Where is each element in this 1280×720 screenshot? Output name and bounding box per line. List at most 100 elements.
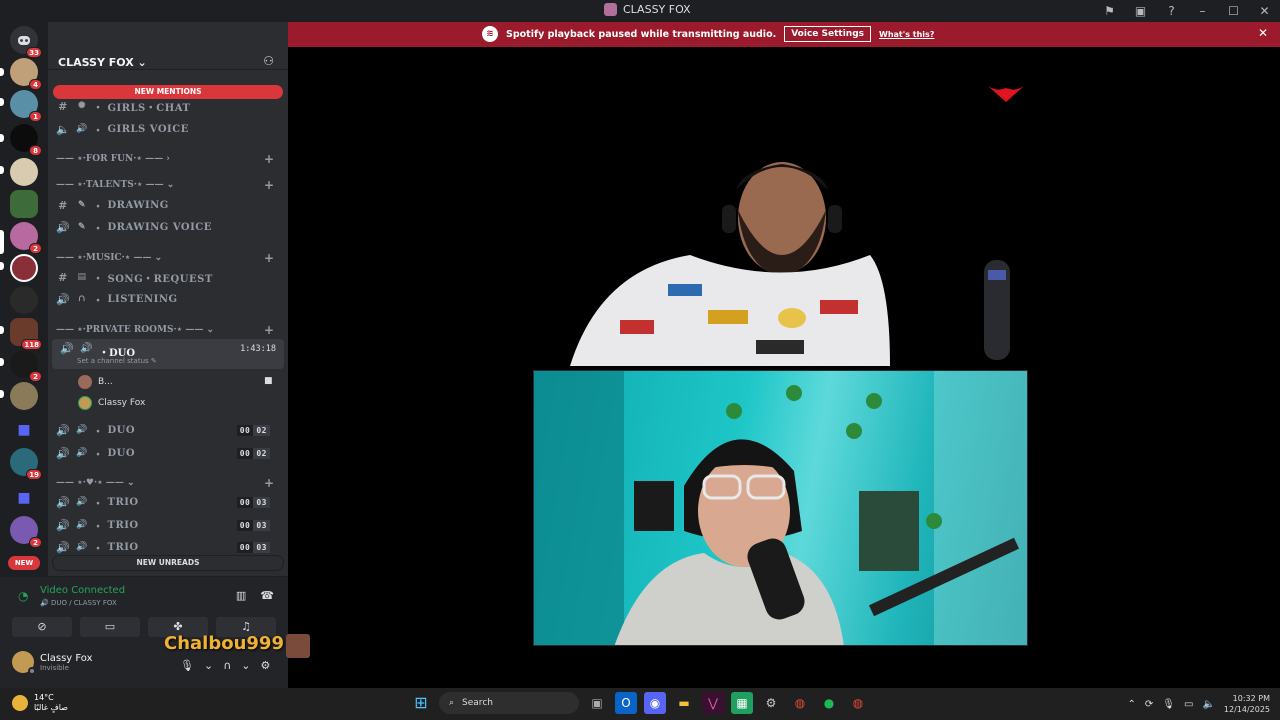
video-feed — [560, 150, 1030, 366]
voice-member[interactable]: Classy Fox — [78, 396, 145, 410]
voice-settings-button[interactable]: Voice Settings — [784, 26, 871, 42]
new-servers-pill[interactable]: NEW — [8, 556, 40, 570]
steam-icon[interactable]: ⚙ — [760, 692, 782, 714]
sync-icon[interactable]: ⟳ — [1145, 699, 1153, 710]
user-panel[interactable]: Classy Fox Invisible — [12, 651, 93, 675]
category-private-rooms[interactable]: —— ⋆· PRIVATE ROOMS ·⋆ —— ⌄ + — [56, 323, 280, 337]
start-button[interactable]: ⊞ — [410, 692, 432, 714]
close-window-button[interactable]: ✕ — [1249, 4, 1280, 18]
voice-status[interactable]: Video Connected — [40, 585, 125, 596]
chevron-up-icon[interactable]: ⌃ — [1128, 699, 1136, 710]
channel-girls-chat[interactable]: # ✺ ・ GIRLS・CHAT — [56, 96, 280, 116]
whats-this-link[interactable]: What's this? — [879, 30, 934, 39]
category-talents[interactable]: —— ⋆· TALENTS ·⋆ —— ⌄ + — [56, 178, 280, 192]
folder-icon[interactable]: ■ — [10, 484, 38, 512]
guild-name[interactable]: CLASSY FOX ⌄ — [58, 56, 147, 69]
speaker-icon: 🔊 — [80, 343, 93, 354]
help-icon[interactable]: ? — [1156, 4, 1187, 18]
microphone-icon[interactable]: 🎙 — [1162, 699, 1175, 710]
inbox-flag-icon[interactable]: ⚑ — [1094, 4, 1125, 18]
server-icon[interactable]: 8 — [10, 124, 42, 156]
guild-header[interactable]: CLASSY FOX ⌄ ⚇ — [48, 22, 288, 70]
channel-trio[interactable]: 🔊 🔊 ・ TRIO 00 03 — [56, 515, 280, 535]
avatar — [78, 396, 92, 410]
video-tile-self[interactable] — [533, 370, 1028, 646]
chrome-icon[interactable]: ◍ — [847, 692, 869, 714]
minimize-button[interactable]: – — [1187, 4, 1218, 18]
server-icon[interactable]: 2 — [10, 350, 42, 382]
voice-member[interactable]: B... ■ — [78, 375, 273, 389]
server-icon-selected[interactable] — [10, 254, 38, 282]
spotify-icon[interactable]: ● — [818, 692, 840, 714]
microphone-icon[interactable]: 🎙 — [180, 659, 194, 672]
volume-icon[interactable]: 🔈 — [1202, 699, 1214, 710]
task-view-icon[interactable]: ▣ — [586, 692, 608, 714]
category-for-fun[interactable]: —— ⋆· FOR FUN ·⋆ —— › + — [56, 152, 280, 166]
folder-icon[interactable]: ■ — [10, 416, 38, 444]
gear-icon[interactable]: ⚙ — [260, 659, 270, 672]
discord-icon[interactable]: ◉ — [644, 692, 666, 714]
server-icon[interactable]: 2 — [10, 222, 42, 254]
server-icon[interactable]: 118 — [10, 318, 42, 350]
chevron-down-icon[interactable]: ⌄ — [204, 659, 213, 672]
new-mentions-pill[interactable]: NEW MENTIONS — [53, 85, 283, 99]
server-icon — [604, 3, 617, 16]
channel-drawing-voice[interactable]: 🔊 ✎ ・ DRAWING VOICE — [56, 217, 280, 237]
network-icon[interactable]: ▭ — [1184, 699, 1193, 710]
noise-suppression-icon[interactable]: ▥ — [236, 589, 246, 602]
server-icon[interactable] — [10, 382, 38, 410]
server-icon[interactable] — [10, 190, 38, 218]
server-icon[interactable]: 1 — [10, 90, 42, 122]
screen-share-button[interactable]: ▭ — [80, 617, 140, 637]
disconnect-icon[interactable]: ☎ — [260, 589, 274, 602]
channel-duo[interactable]: 🔊 🔊 ・ DUO 00 02 — [56, 420, 280, 440]
server-icon[interactable]: 4 — [10, 58, 42, 90]
add-channel-icon[interactable]: + — [264, 152, 274, 166]
server-icon[interactable] — [10, 158, 38, 186]
weather-widget[interactable]: 14°C صافٍ غالبًا — [12, 693, 68, 713]
category-music[interactable]: —— ⋆· MUSIC ·⋆ —— ⌄ + — [56, 251, 280, 265]
server-icon[interactable]: 2 — [10, 516, 42, 548]
app-icon[interactable]: ⋁ — [702, 692, 724, 714]
channel-duo-active[interactable]: 🔊 🔊 ・DUO 1:43:18 Set a channel status ✎ — [52, 339, 284, 369]
channel-listening[interactable]: 🔊 ∩ ・ LISTENING — [56, 289, 280, 309]
channel-girls-voice[interactable]: 🔈 🔊 ・ GIRLS VOICE — [56, 119, 280, 139]
channel-status-button[interactable]: Set a channel status ✎ — [77, 357, 157, 365]
home-button[interactable]: 33 — [10, 26, 42, 58]
add-channel-icon[interactable]: + — [264, 251, 274, 265]
clock[interactable]: 10:32 PM 12/14/2025 — [1224, 693, 1270, 715]
close-icon[interactable]: ✕ — [1258, 26, 1268, 40]
maximize-button[interactable]: ☐ — [1218, 4, 1249, 18]
add-channel-icon[interactable]: + — [264, 178, 274, 192]
invite-user-icon[interactable]: ⚇ — [263, 54, 274, 68]
server-icon[interactable]: 19 — [10, 448, 42, 480]
channel-drawing[interactable]: # ✎ ・ DRAWING — [56, 195, 280, 215]
video-tile-remote[interactable] — [560, 150, 1030, 366]
add-channel-icon[interactable]: + — [264, 323, 274, 337]
notification-badge: 4 — [29, 79, 42, 90]
channel-duo[interactable]: 🔊 🔊 ・ DUO 00 02 — [56, 443, 280, 463]
category-heart[interactable]: —— ⋆· ♥ ·⋆ —— ⌄ + — [56, 476, 280, 490]
signal-icon[interactable]: ◔ — [18, 589, 28, 603]
search-box[interactable]: ⌕ Search — [439, 692, 579, 714]
server-icon[interactable] — [10, 286, 38, 314]
chrome-icon[interactable]: ◍ — [789, 692, 811, 714]
chevron-down-icon[interactable]: ⌄ — [241, 659, 250, 672]
channel-song-request[interactable]: # ▤ ・ SONG・REQUEST — [56, 267, 280, 287]
channel-trio[interactable]: 🔊 🔊 ・ TRIO 00 03 — [56, 492, 280, 512]
call-duration: 1:43:18 — [240, 344, 276, 354]
app-icon[interactable]: ▦ — [731, 692, 753, 714]
add-channel-icon[interactable]: + — [264, 476, 274, 490]
notification-badge: 33 — [26, 47, 42, 58]
file-explorer-icon[interactable]: ▬ — [673, 692, 695, 714]
channel-trio[interactable]: 🔊 🔊 ・ TRIO 00 03 — [56, 537, 280, 557]
new-unreads-pill[interactable]: NEW UNREADS — [53, 556, 283, 570]
speaker-icon: 🔊 — [76, 542, 88, 552]
voice-channel-link[interactable]: 🔊 DUO / CLASSY FOX — [40, 599, 117, 607]
headphones-icon[interactable]: ∩ — [223, 659, 231, 672]
inbox-icon[interactable]: ▣ — [1125, 4, 1156, 18]
outlook-icon[interactable]: O — [615, 692, 637, 714]
heart-overlay-icon — [988, 86, 1024, 102]
camera-off-button[interactable]: ⊘ — [12, 617, 72, 637]
unread-pip — [0, 166, 4, 174]
